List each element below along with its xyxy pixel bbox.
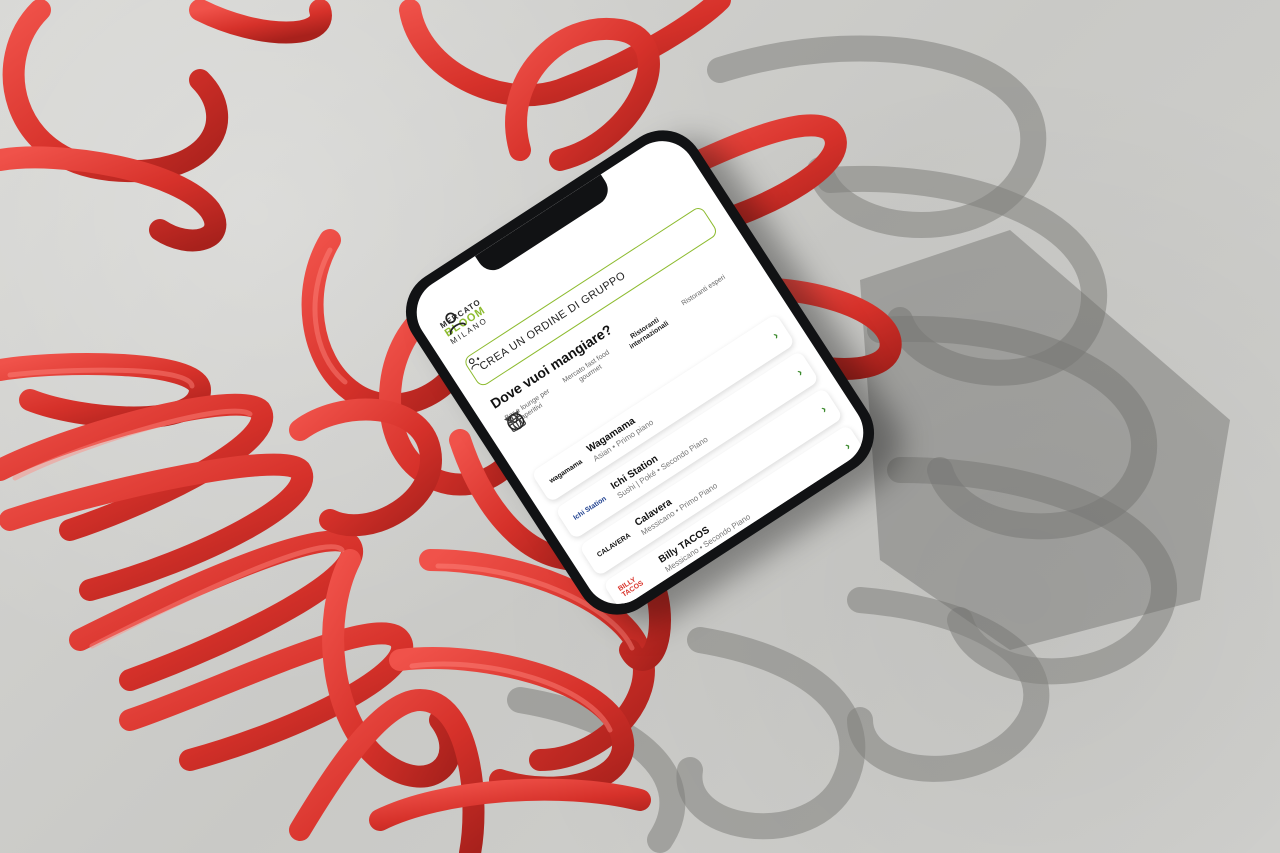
chevron-right-icon: › — [817, 402, 829, 416]
phone-shadow — [860, 230, 1230, 650]
wagamama-logo: wagamama — [548, 458, 584, 485]
chevron-right-icon: › — [770, 328, 782, 343]
concrete-background: MERCATO BLOOM MILANO CREA UN ORDINE DI G… — [0, 0, 1280, 853]
calavera-logo: CALAVERA — [595, 531, 632, 559]
chevron-right-icon: › — [794, 365, 805, 380]
chevron-right-icon: › — [841, 438, 853, 453]
category-label: Ristoranti internazionali — [628, 316, 671, 351]
category-label: Ristoranti esperi — [680, 273, 727, 308]
ichi-station-logo: Ichi Station — [572, 495, 608, 522]
